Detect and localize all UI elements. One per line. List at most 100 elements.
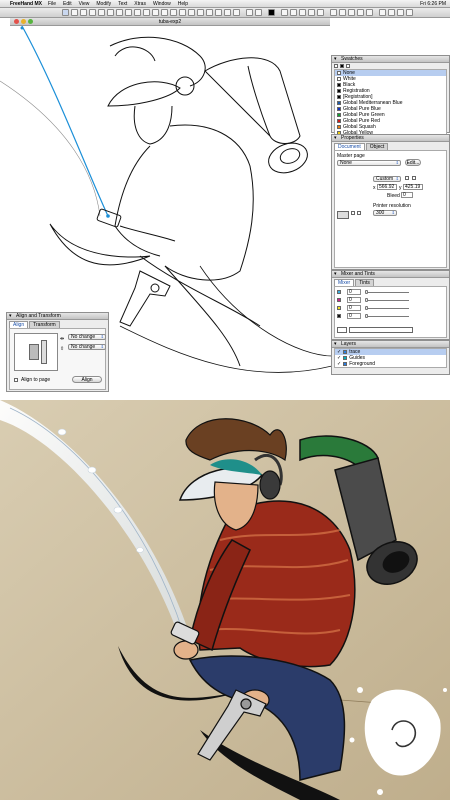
delete-page-icon[interactable]: [357, 211, 361, 215]
spiral-tool-icon[interactable]: [379, 9, 386, 16]
app-menu[interactable]: FreeHand MX: [10, 1, 42, 7]
zoom-tool-icon[interactable]: [233, 9, 240, 16]
text-tool-icon[interactable]: [80, 9, 87, 16]
stroke-color-icon[interactable]: [246, 9, 253, 16]
shadow-tool-icon[interactable]: [366, 9, 373, 16]
menu-modify[interactable]: Modify: [96, 1, 111, 7]
x-field[interactable]: 566.92: [377, 184, 397, 190]
pencil-tool-icon[interactable]: [143, 9, 150, 16]
trace-tool-icon[interactable]: [206, 9, 213, 16]
slider-knob[interactable]: [365, 306, 368, 310]
xtra-tool-icon[interactable]: [317, 9, 324, 16]
yellow-field[interactable]: 0: [347, 305, 361, 311]
master-page-select[interactable]: None: [337, 160, 401, 166]
eyedropper-tool-icon[interactable]: [215, 9, 222, 16]
menu-xtras[interactable]: Xtras: [134, 1, 146, 7]
ellipse-tool-icon[interactable]: [107, 9, 114, 16]
black-slider[interactable]: [365, 314, 409, 318]
page-thumbnail-icon[interactable]: [337, 211, 349, 219]
connector-tool-icon[interactable]: [281, 9, 288, 16]
add-page-icon[interactable]: [351, 211, 355, 215]
anchor-point[interactable]: [20, 26, 24, 30]
yellow-slider[interactable]: [365, 306, 409, 310]
fill-color-icon[interactable]: [255, 9, 262, 16]
blend-tool-icon[interactable]: [406, 9, 413, 16]
page-size-select[interactable]: Custom: [373, 176, 401, 182]
pointer-tool-icon[interactable]: [62, 9, 69, 16]
menu-clock[interactable]: Fri 6:26 PM: [420, 1, 446, 7]
menu-text[interactable]: Text: [118, 1, 127, 7]
minimize-window-icon[interactable]: [21, 19, 26, 24]
menu-view[interactable]: View: [79, 1, 90, 7]
close-window-icon[interactable]: [14, 19, 19, 24]
fill-swatch-icon[interactable]: [340, 64, 344, 68]
roughen-tool-icon[interactable]: [357, 9, 364, 16]
pen-tool-icon[interactable]: [125, 9, 132, 16]
reflect-tool-icon[interactable]: [197, 9, 204, 16]
crop-tool-icon[interactable]: [330, 9, 337, 16]
polygon-tool-icon[interactable]: [98, 9, 105, 16]
tab-tints[interactable]: Tints: [355, 279, 374, 286]
printer-resolution-select[interactable]: 300: [373, 210, 397, 216]
envelope-tool-icon[interactable]: [397, 9, 404, 16]
landscape-icon[interactable]: [412, 176, 416, 180]
tab-object[interactable]: Object: [365, 143, 389, 150]
layer-row[interactable]: ✓ Foreground: [335, 361, 446, 367]
bezigon-tool-icon[interactable]: [134, 9, 141, 16]
perspective-tool-icon[interactable]: [299, 9, 306, 16]
visible-check-icon[interactable]: ✓: [337, 361, 341, 367]
add-to-swatches-icon[interactable]: [337, 327, 347, 333]
layers-panel-title[interactable]: Layers: [332, 341, 449, 348]
bleed-field[interactable]: 0: [401, 192, 413, 198]
skew-tool-icon[interactable]: [188, 9, 195, 16]
horizontal-align-select[interactable]: No change: [68, 334, 106, 340]
mixer-panel-title[interactable]: Mixer and Tints: [332, 271, 449, 278]
swap-colors-icon[interactable]: [268, 9, 275, 16]
rotate-tool-icon[interactable]: [170, 9, 177, 16]
hand-tool-icon[interactable]: [224, 9, 231, 16]
anchor-point[interactable]: [106, 214, 110, 218]
y-field[interactable]: 425.19: [403, 184, 423, 190]
tab-document[interactable]: Document: [334, 143, 365, 150]
both-swatch-icon[interactable]: [346, 64, 350, 68]
line-tool-icon[interactable]: [116, 9, 123, 16]
magenta-field[interactable]: 0: [347, 297, 361, 303]
portrait-icon[interactable]: [405, 176, 409, 180]
subselect-tool-icon[interactable]: [71, 9, 78, 16]
lasso-tool-icon[interactable]: [161, 9, 168, 16]
slider-knob[interactable]: [365, 298, 368, 302]
menu-edit[interactable]: Edit: [63, 1, 72, 7]
align-panel-title[interactable]: Align and Transform: [7, 313, 108, 320]
tab-transform[interactable]: Transform: [29, 321, 60, 328]
eraser-tool-icon[interactable]: [339, 9, 346, 16]
edit-master-button[interactable]: Edit...: [405, 159, 421, 166]
properties-panel-title[interactable]: Properties: [332, 135, 449, 142]
menu-window[interactable]: Window: [153, 1, 171, 7]
tab-mixer[interactable]: Mixer: [334, 279, 355, 286]
chart-tool-icon[interactable]: [290, 9, 297, 16]
swatches-panel-title[interactable]: Swatches: [332, 56, 449, 63]
knife-tool-icon[interactable]: [152, 9, 159, 16]
menu-help[interactable]: Help: [178, 1, 188, 7]
arc-tool-icon[interactable]: [388, 9, 395, 16]
align-button[interactable]: Align: [72, 376, 102, 383]
selected-path[interactable]: [21, 26, 109, 217]
cyan-slider[interactable]: [365, 290, 409, 294]
freeform-tool-icon[interactable]: [348, 9, 355, 16]
slider-knob[interactable]: [365, 314, 368, 318]
stroke-swatch-icon[interactable]: [334, 64, 338, 68]
slider-knob[interactable]: [365, 290, 368, 294]
swatches-list: None White Black Registration [Registrat…: [334, 69, 447, 137]
graphic-hose-icon[interactable]: [308, 9, 315, 16]
align-preview-grid[interactable]: [14, 333, 58, 371]
vertical-align-select[interactable]: No change: [68, 344, 106, 350]
zoom-window-icon[interactable]: [28, 19, 33, 24]
black-field[interactable]: 0: [347, 313, 361, 319]
rectangle-tool-icon[interactable]: [89, 9, 96, 16]
align-to-page-checkbox[interactable]: [14, 378, 18, 382]
scale-tool-icon[interactable]: [179, 9, 186, 16]
magenta-slider[interactable]: [365, 298, 409, 302]
cyan-field[interactable]: 0: [347, 289, 361, 295]
tab-align[interactable]: Align: [9, 321, 29, 328]
menu-file[interactable]: File: [48, 1, 56, 7]
